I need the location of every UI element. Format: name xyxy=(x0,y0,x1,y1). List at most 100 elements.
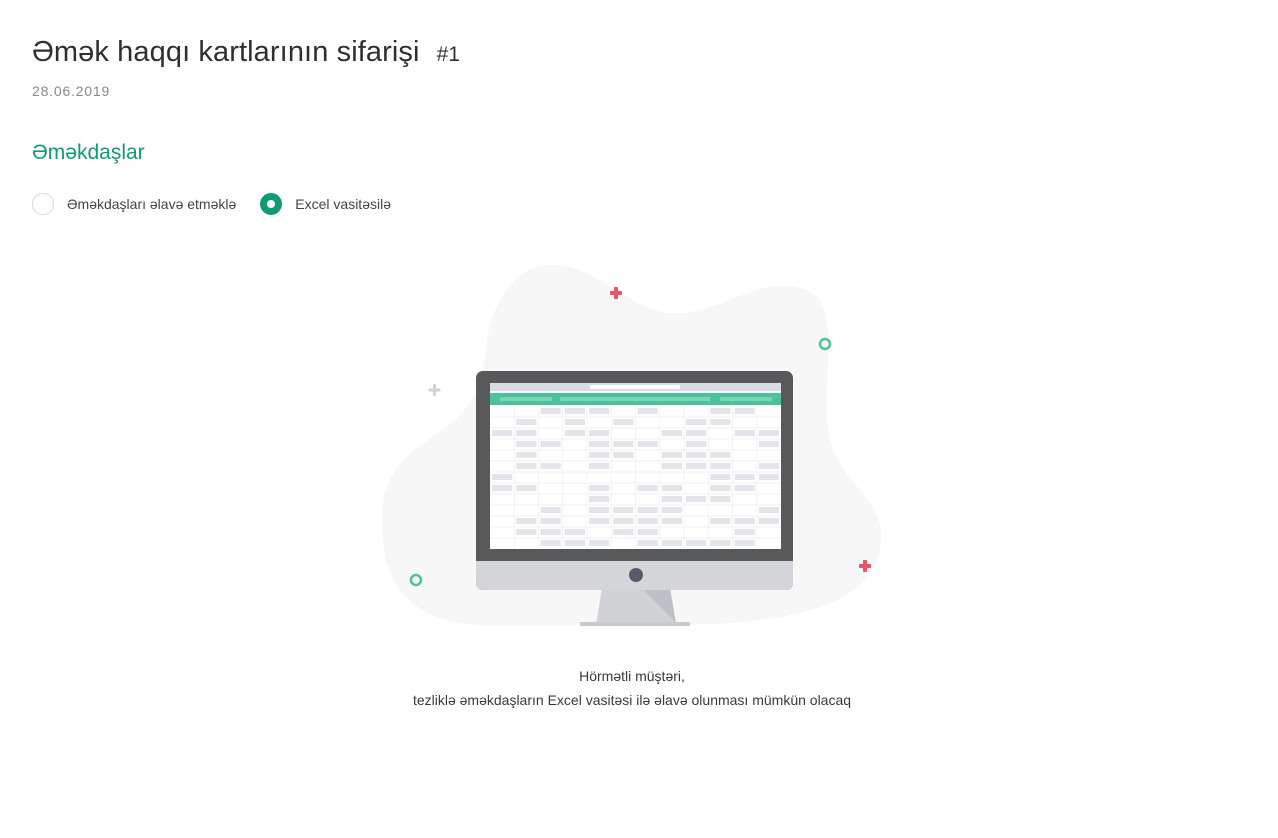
grid-cell xyxy=(540,540,561,546)
grid-cell xyxy=(589,518,610,524)
grid-cell xyxy=(637,441,658,447)
grid-cell xyxy=(710,518,731,524)
grid-cell xyxy=(637,485,658,491)
radio-button-excel[interactable] xyxy=(260,193,283,215)
grid-cell xyxy=(686,419,707,425)
grid-cell xyxy=(589,507,610,513)
grid-cell xyxy=(492,430,513,436)
grid-cell xyxy=(564,529,585,535)
grid-cell xyxy=(516,529,537,535)
header-cell xyxy=(560,397,710,401)
grid-cell xyxy=(661,507,682,513)
grid-cell xyxy=(710,540,731,546)
grid-cell xyxy=(637,507,658,513)
grid-cell xyxy=(516,441,537,447)
notice-message: Hörmətli müştəri, tezliklə əməkdaşların … xyxy=(0,664,1264,712)
monitor-button xyxy=(629,568,643,582)
grid-cell xyxy=(637,408,658,414)
grid-cell xyxy=(661,540,682,546)
grid-cell xyxy=(686,540,707,546)
grid-cell xyxy=(661,496,682,502)
grid-cell xyxy=(637,540,658,546)
grid-cell xyxy=(564,430,585,436)
grid-cell xyxy=(758,518,779,524)
order-number: #1 xyxy=(436,43,460,66)
grid-cell xyxy=(686,452,707,458)
grid-cell xyxy=(492,485,513,491)
grid-cell xyxy=(540,441,561,447)
grid-cell xyxy=(492,474,513,480)
monitor-base xyxy=(580,622,690,626)
grid-cell xyxy=(758,430,779,436)
grid-cell xyxy=(686,441,707,447)
radio-label-add-manually: Əməkdaşları əlavə etməklə xyxy=(67,196,237,212)
grid-cell xyxy=(710,452,731,458)
header-cell xyxy=(500,397,552,401)
grid-cell xyxy=(516,430,537,436)
grid-cell xyxy=(613,518,634,524)
grid-cell xyxy=(613,507,634,513)
grid-cell xyxy=(734,430,755,436)
grid-cell xyxy=(734,485,755,491)
screen-search-box xyxy=(590,385,680,389)
grid-cell xyxy=(540,463,561,469)
grid-cell xyxy=(637,518,658,524)
monitor-illustration-svg xyxy=(381,264,882,626)
grid-cell xyxy=(613,419,634,425)
grid-cell xyxy=(686,496,707,502)
grid-cell xyxy=(516,419,537,425)
monitor-spreadsheet-illustration xyxy=(370,255,900,635)
grid-cell xyxy=(613,452,634,458)
grid-cell xyxy=(589,441,610,447)
page-header: Əmək haqqı kartlarının sifarişi #1 28.06… xyxy=(32,36,460,99)
grid-cell xyxy=(758,441,779,447)
grid-cell xyxy=(734,474,755,480)
grid-cell xyxy=(589,540,610,546)
employee-input-method-radio-group: Əməkdaşları əlavə etməklə Excel vasitəsi… xyxy=(32,193,415,215)
radio-option-excel[interactable]: Excel vasitəsilə xyxy=(260,193,391,215)
grid-cell xyxy=(540,518,561,524)
grid-cell xyxy=(710,419,731,425)
grid-cell xyxy=(564,408,585,414)
grid-cell xyxy=(589,408,610,414)
decor-plus-gray xyxy=(428,384,441,396)
radio-button-add-manually[interactable] xyxy=(32,193,54,215)
grid-cell xyxy=(710,496,731,502)
grid-cell xyxy=(540,408,561,414)
radio-option-add-manually[interactable]: Əməkdaşları əlavə etməklə xyxy=(32,193,236,215)
grid-cell xyxy=(516,518,537,524)
grid-cell xyxy=(686,430,707,436)
grid-cell xyxy=(758,463,779,469)
title-row: Əmək haqqı kartlarının sifarişi #1 xyxy=(32,36,460,69)
grid-cell xyxy=(710,463,731,469)
grid-cell xyxy=(734,529,755,535)
grid-cell xyxy=(758,474,779,480)
order-date: 28.06.2019 xyxy=(32,83,111,99)
grid-cell xyxy=(589,496,610,502)
grid-cell xyxy=(564,540,585,546)
page-title: Əmək haqqı kartlarının sifarişi xyxy=(32,36,420,68)
grid-cell xyxy=(734,408,755,414)
grid-cell xyxy=(710,408,731,414)
notice-greeting: Hörmətli müştəri, xyxy=(579,668,685,684)
notice-text: tezliklə əməkdaşların Excel vasitəsi ilə… xyxy=(412,692,852,708)
grid-cell xyxy=(661,463,682,469)
grid-cell xyxy=(734,540,755,546)
grid-cell xyxy=(613,441,634,447)
grid-cell xyxy=(540,507,561,513)
grid-cell xyxy=(686,463,707,469)
grid-cell xyxy=(589,463,610,469)
section-title-employees: Əməkdaşlar xyxy=(32,141,145,164)
grid-cell xyxy=(710,474,731,480)
grid-cell xyxy=(758,507,779,513)
grid-cell xyxy=(661,452,682,458)
grid-cell xyxy=(710,485,731,491)
header-cell xyxy=(720,397,772,401)
grid-cell xyxy=(516,452,537,458)
grid-cell xyxy=(661,430,682,436)
grid-cell xyxy=(613,529,634,535)
grid-cell xyxy=(516,463,537,469)
grid-cell xyxy=(589,430,610,436)
grid-cell xyxy=(661,518,682,524)
grid-cell xyxy=(637,529,658,535)
